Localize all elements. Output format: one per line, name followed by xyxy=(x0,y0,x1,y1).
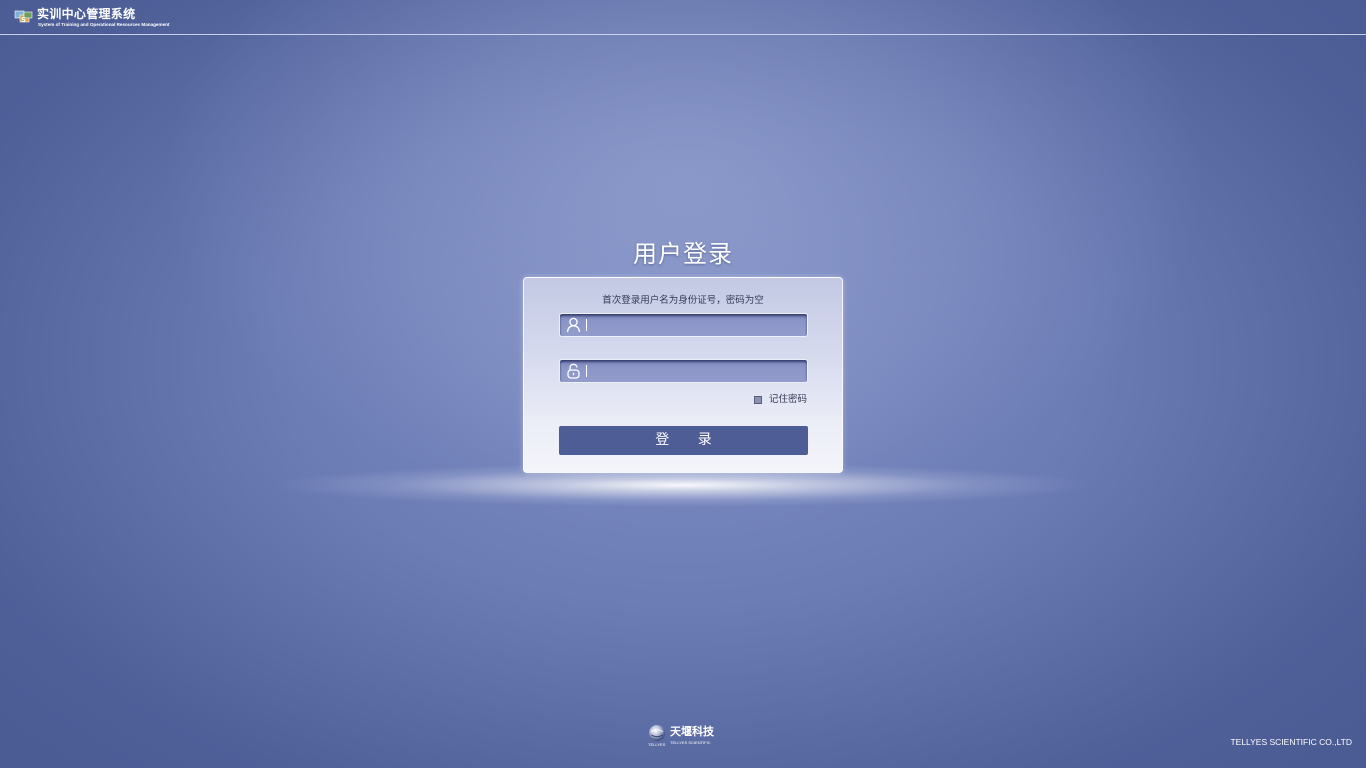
globe-icon xyxy=(649,725,665,741)
company-logo-en-left: TELLYES xyxy=(648,742,666,747)
password-divider xyxy=(586,365,587,377)
app-subtitle: System of Training and Operational Resou… xyxy=(38,22,170,27)
username-input[interactable] xyxy=(590,314,802,336)
login-button[interactable]: 登 录 xyxy=(559,426,808,455)
login-form: 首次登录用户名为身份证号，密码为空 记住密码 登 录 xyxy=(523,277,843,473)
company-logo-en: TELLYES SCIENTIFIC xyxy=(670,740,711,745)
password-input[interactable] xyxy=(590,360,802,382)
app-title: 实训中心管理系统 xyxy=(37,7,136,21)
remember-password-label: 记住密码 xyxy=(769,394,808,405)
training-center-logo-icon: S xyxy=(14,10,33,24)
company-logo: 天堰科技 TELLYES TELLYES SCIENTIFIC xyxy=(646,723,726,749)
user-icon xyxy=(566,317,581,333)
username-field xyxy=(559,313,808,337)
password-field xyxy=(559,359,808,383)
lock-icon xyxy=(567,363,580,379)
company-logo-cn: 天堰科技 xyxy=(670,725,714,738)
login-hint: 首次登录用户名为身份证号，密码为空 xyxy=(602,295,764,306)
copyright-text: TELLYES SCIENTIFIC CO.,LTD xyxy=(1230,737,1352,747)
top-header: S 实训中心管理系统 System of Training and Operat… xyxy=(0,0,1366,35)
login-heading: 用户登录 xyxy=(633,240,733,268)
username-divider xyxy=(586,319,587,331)
svg-text:S: S xyxy=(21,16,26,24)
remember-password-checkbox[interactable] xyxy=(754,396,762,404)
